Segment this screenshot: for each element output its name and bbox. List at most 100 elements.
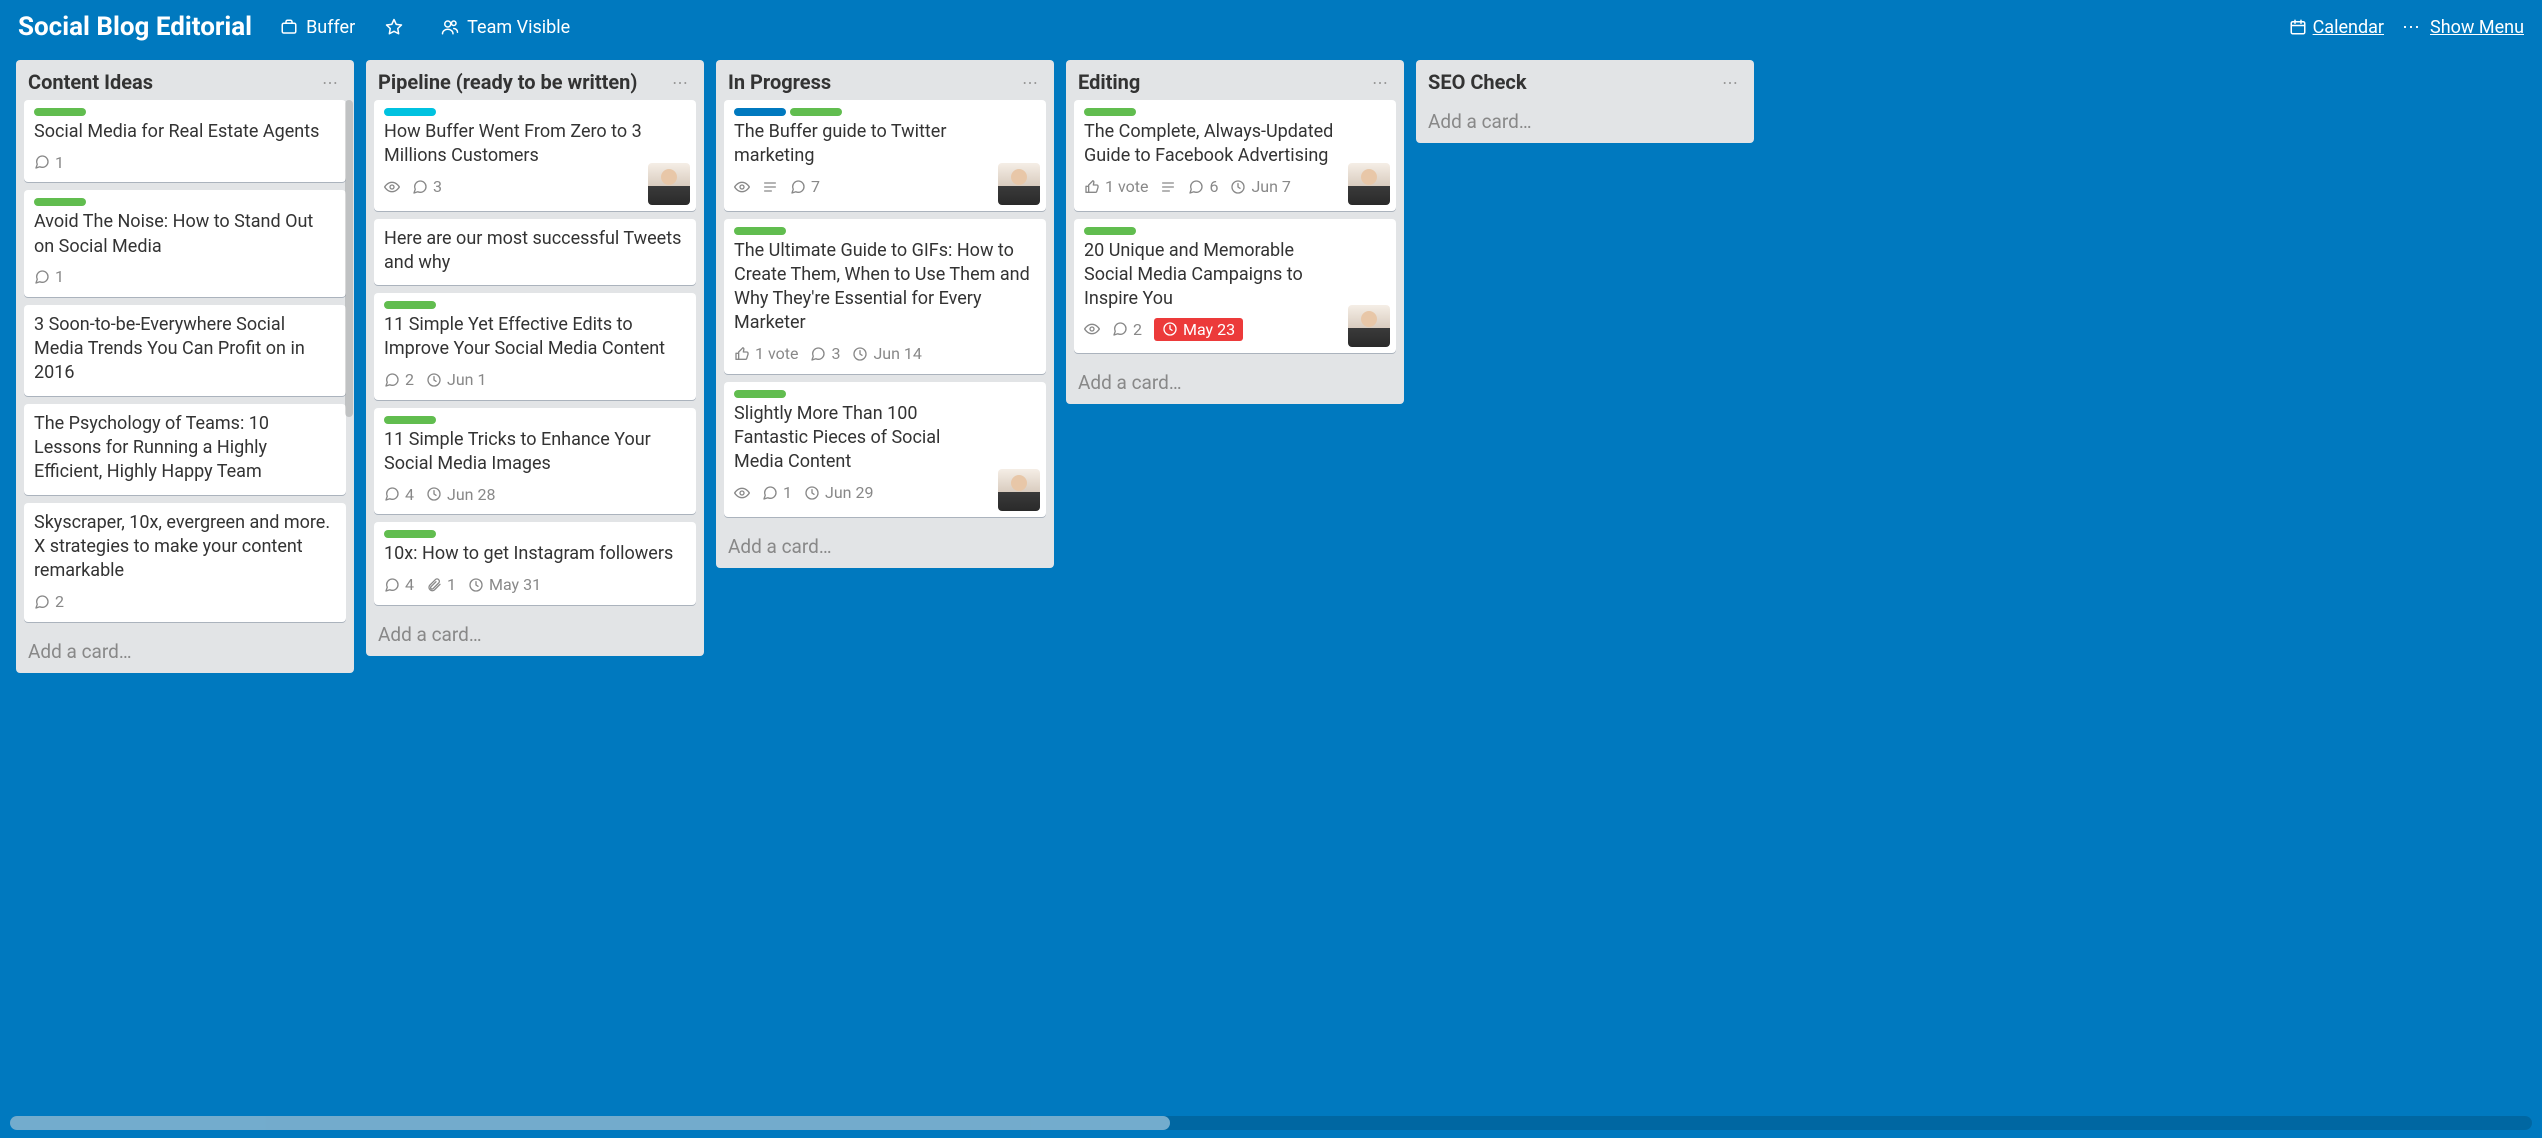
card[interactable]: Avoid The Noise: How to Stand Out on Soc… bbox=[24, 190, 346, 297]
org-label: Buffer bbox=[306, 17, 355, 38]
card-labels bbox=[384, 301, 686, 309]
card[interactable]: 20 Unique and Memorable Social Media Cam… bbox=[1074, 219, 1396, 354]
list-menu-icon[interactable]: ⋯ bbox=[1718, 71, 1742, 94]
card-title: The Buffer guide to Twitter marketing bbox=[734, 120, 992, 169]
list-cards: The Buffer guide to Twitter marketing 7 … bbox=[716, 100, 1054, 525]
calendar-link[interactable]: Calendar bbox=[2289, 17, 2384, 38]
avatar[interactable] bbox=[998, 469, 1040, 511]
card-labels bbox=[734, 227, 1036, 235]
card[interactable]: Social Media for Real Estate Agents 1 bbox=[24, 100, 346, 182]
votes-badge: 1 vote bbox=[1084, 177, 1148, 196]
list-title[interactable]: SEO Check bbox=[1428, 70, 1718, 94]
watch-badge bbox=[734, 485, 750, 501]
list-title[interactable]: Editing bbox=[1078, 70, 1368, 94]
avatar[interactable] bbox=[648, 163, 690, 205]
card-labels bbox=[384, 530, 686, 538]
list: Editing ⋯ The Complete, Always-Updated G… bbox=[1066, 60, 1404, 404]
horizontal-scrollbar[interactable] bbox=[10, 1116, 2532, 1130]
card[interactable]: Skyscraper, 10x, evergreen and more. X s… bbox=[24, 503, 346, 622]
card[interactable]: 3 Soon-to-be-Everywhere Social Media Tre… bbox=[24, 305, 346, 396]
comments-badge: 4 bbox=[384, 485, 414, 504]
list: Content Ideas ⋯ Social Media for Real Es… bbox=[16, 60, 354, 673]
label-green[interactable] bbox=[790, 108, 842, 116]
card[interactable]: The Ultimate Guide to GIFs: How to Creat… bbox=[724, 219, 1046, 374]
card-badges: 2Jun 1 bbox=[384, 366, 686, 394]
label-green[interactable] bbox=[384, 530, 436, 538]
people-icon bbox=[441, 18, 459, 36]
show-menu-link[interactable]: Show Menu bbox=[2430, 17, 2524, 38]
card-badges: 2 bbox=[34, 588, 336, 616]
card-title: The Psychology of Teams: 10 Lessons for … bbox=[34, 412, 336, 485]
card[interactable]: How Buffer Went From Zero to 3 Millions … bbox=[374, 100, 696, 211]
list-scrollbar-thumb[interactable] bbox=[345, 100, 353, 417]
comments-badge: 7 bbox=[790, 177, 820, 196]
list-title[interactable]: In Progress bbox=[728, 70, 1018, 94]
card-title: Avoid The Noise: How to Stand Out on Soc… bbox=[34, 210, 336, 259]
label-green[interactable] bbox=[34, 108, 86, 116]
list-title[interactable]: Content Ideas bbox=[28, 70, 318, 94]
label-green[interactable] bbox=[384, 416, 436, 424]
label-green[interactable] bbox=[734, 390, 786, 398]
card[interactable]: 11 Simple Tricks to Enhance Your Social … bbox=[374, 408, 696, 515]
card-badges: 2May 23 bbox=[1084, 315, 1342, 343]
card-labels bbox=[34, 198, 336, 206]
attachments-badge: 1 bbox=[426, 575, 456, 594]
star-button[interactable] bbox=[375, 12, 421, 42]
list-header: In Progress ⋯ bbox=[716, 60, 1054, 100]
due-badge: Jun 7 bbox=[1230, 177, 1290, 196]
add-card-button[interactable]: Add a card… bbox=[1066, 361, 1404, 404]
add-card-button[interactable]: Add a card… bbox=[366, 613, 704, 656]
comments-badge: 1 bbox=[34, 153, 64, 172]
label-green[interactable] bbox=[384, 301, 436, 309]
list-scrollbar[interactable] bbox=[345, 100, 353, 629]
card-badges: 3 bbox=[384, 173, 642, 201]
list-menu-icon[interactable]: ⋯ bbox=[318, 71, 342, 94]
card-title: 11 Simple Tricks to Enhance Your Social … bbox=[384, 428, 686, 477]
description-badge bbox=[1160, 179, 1176, 195]
due-badge: Jun 1 bbox=[426, 370, 486, 389]
card-title: Here are our most successful Tweets and … bbox=[384, 227, 686, 276]
ellipsis-icon: ⋯ bbox=[2402, 17, 2420, 38]
card-labels bbox=[1084, 227, 1342, 235]
visibility-button[interactable]: Team Visible bbox=[431, 11, 580, 44]
board-canvas[interactable]: Content Ideas ⋯ Social Media for Real Es… bbox=[0, 54, 2542, 1112]
card-labels bbox=[1084, 108, 1342, 116]
label-green[interactable] bbox=[734, 227, 786, 235]
card[interactable]: 10x: How to get Instagram followers 41Ma… bbox=[374, 522, 696, 604]
list-menu-icon[interactable]: ⋯ bbox=[1018, 71, 1042, 94]
card[interactable]: The Buffer guide to Twitter marketing 7 bbox=[724, 100, 1046, 211]
card-title: 20 Unique and Memorable Social Media Cam… bbox=[1084, 239, 1342, 312]
label-green[interactable] bbox=[1084, 227, 1136, 235]
avatar[interactable] bbox=[1348, 305, 1390, 347]
add-card-button[interactable]: Add a card… bbox=[1416, 100, 1754, 143]
horizontal-scrollbar-thumb[interactable] bbox=[10, 1116, 1170, 1130]
label-cyan[interactable] bbox=[384, 108, 436, 116]
card-badges: 1 bbox=[34, 148, 336, 176]
card-badges: 1 bbox=[34, 263, 336, 291]
card-badges: 4Jun 28 bbox=[384, 480, 686, 508]
avatar[interactable] bbox=[998, 163, 1040, 205]
list-title[interactable]: Pipeline (ready to be written) bbox=[378, 70, 668, 94]
card[interactable]: Here are our most successful Tweets and … bbox=[374, 219, 696, 286]
due-badge: May 23 bbox=[1154, 318, 1243, 341]
avatar[interactable] bbox=[1348, 163, 1390, 205]
org-button[interactable]: Buffer bbox=[270, 11, 365, 44]
card-badges: 7 bbox=[734, 173, 992, 201]
list-menu-icon[interactable]: ⋯ bbox=[668, 71, 692, 94]
label-blue[interactable] bbox=[734, 108, 786, 116]
card[interactable]: 11 Simple Yet Effective Edits to Improve… bbox=[374, 293, 696, 400]
list-cards: The Complete, Always-Updated Guide to Fa… bbox=[1066, 100, 1404, 361]
label-green[interactable] bbox=[1084, 108, 1136, 116]
card-title: Slightly More Than 100 Fantastic Pieces … bbox=[734, 402, 992, 475]
add-card-button[interactable]: Add a card… bbox=[16, 630, 354, 673]
card[interactable]: The Complete, Always-Updated Guide to Fa… bbox=[1074, 100, 1396, 211]
card-title: The Ultimate Guide to GIFs: How to Creat… bbox=[734, 239, 1036, 336]
list-menu-icon[interactable]: ⋯ bbox=[1368, 71, 1392, 94]
card[interactable]: The Psychology of Teams: 10 Lessons for … bbox=[24, 404, 346, 495]
comments-badge: 1 bbox=[34, 267, 64, 286]
label-green[interactable] bbox=[34, 198, 86, 206]
add-card-button[interactable]: Add a card… bbox=[716, 525, 1054, 568]
list: SEO Check ⋯ Add a card… bbox=[1416, 60, 1754, 143]
card[interactable]: Slightly More Than 100 Fantastic Pieces … bbox=[724, 382, 1046, 517]
board-title[interactable]: Social Blog Editorial bbox=[18, 12, 252, 42]
